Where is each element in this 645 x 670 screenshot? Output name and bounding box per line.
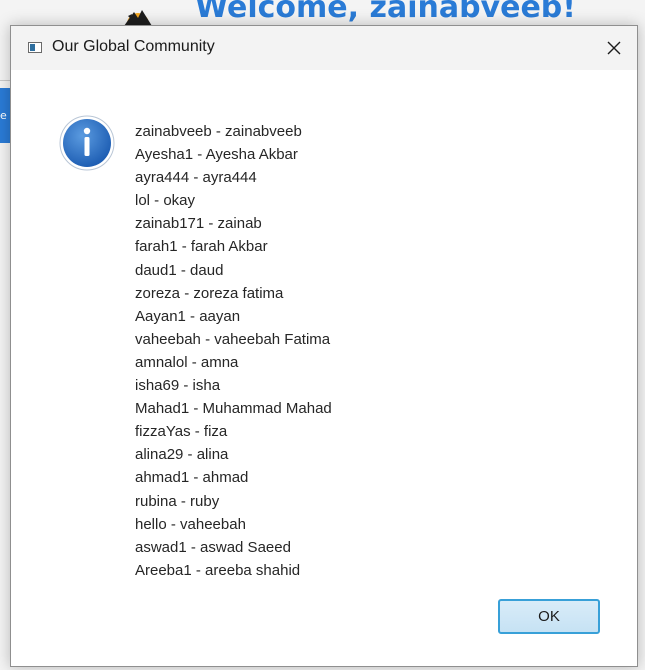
member-list-item: rubina - ruby xyxy=(135,492,220,510)
member-list-item: fizzaYas - fiza xyxy=(135,423,228,441)
member-list-item: Mahad1 - Muhammad Mahad xyxy=(135,400,332,418)
community-dialog: Our Global Community zainabveeb - zainab… xyxy=(10,25,638,667)
welcome-heading: Welcome, zainabveeb! xyxy=(195,0,576,25)
member-list-item: daud1 - daud xyxy=(135,261,224,279)
dialog-title: Our Global Community xyxy=(52,38,215,55)
dialog-titlebar[interactable]: Our Global Community xyxy=(11,26,637,70)
member-list: zainabveeb - zainabveeb Ayesha1 - Ayesha … xyxy=(135,120,332,582)
member-list-item: ahmad1 - ahmad xyxy=(135,469,249,487)
background-side-tab[interactable]: e xyxy=(0,88,10,143)
member-list-item: amnalol - amna xyxy=(135,353,239,371)
member-list-item: Areeba1 - areeba shahid xyxy=(135,561,301,579)
member-list-item: ayra444 - ayra444 xyxy=(135,169,257,187)
close-icon xyxy=(607,41,621,55)
member-list-item: isha69 - isha xyxy=(135,377,221,395)
ok-button[interactable]: OK xyxy=(498,599,600,634)
member-list-item: hello - vaheebah xyxy=(135,515,246,533)
member-list-item: aswad1 - aswad Saeed xyxy=(135,538,291,556)
member-list-item: zainab171 - zainab xyxy=(135,215,262,233)
member-list-item: lol - okay xyxy=(135,192,196,210)
member-list-item: Ayesha1 - Ayesha Akbar xyxy=(135,146,298,164)
close-button[interactable] xyxy=(591,26,637,70)
member-list-item: zoreza - zoreza fatima xyxy=(135,284,284,302)
member-list-item: Aayan1 - aayan xyxy=(135,307,241,325)
member-list-item: vaheebah - vaheebah Fatima xyxy=(135,330,331,348)
info-icon xyxy=(59,115,115,171)
window-app-icon xyxy=(28,42,42,53)
member-list-item: farah1 - farah Akbar xyxy=(135,238,268,256)
member-list-item: zainabveeb - zainabveeb xyxy=(135,123,302,140)
background-divider xyxy=(0,80,10,81)
member-list-item: alina29 - alina xyxy=(135,446,229,464)
